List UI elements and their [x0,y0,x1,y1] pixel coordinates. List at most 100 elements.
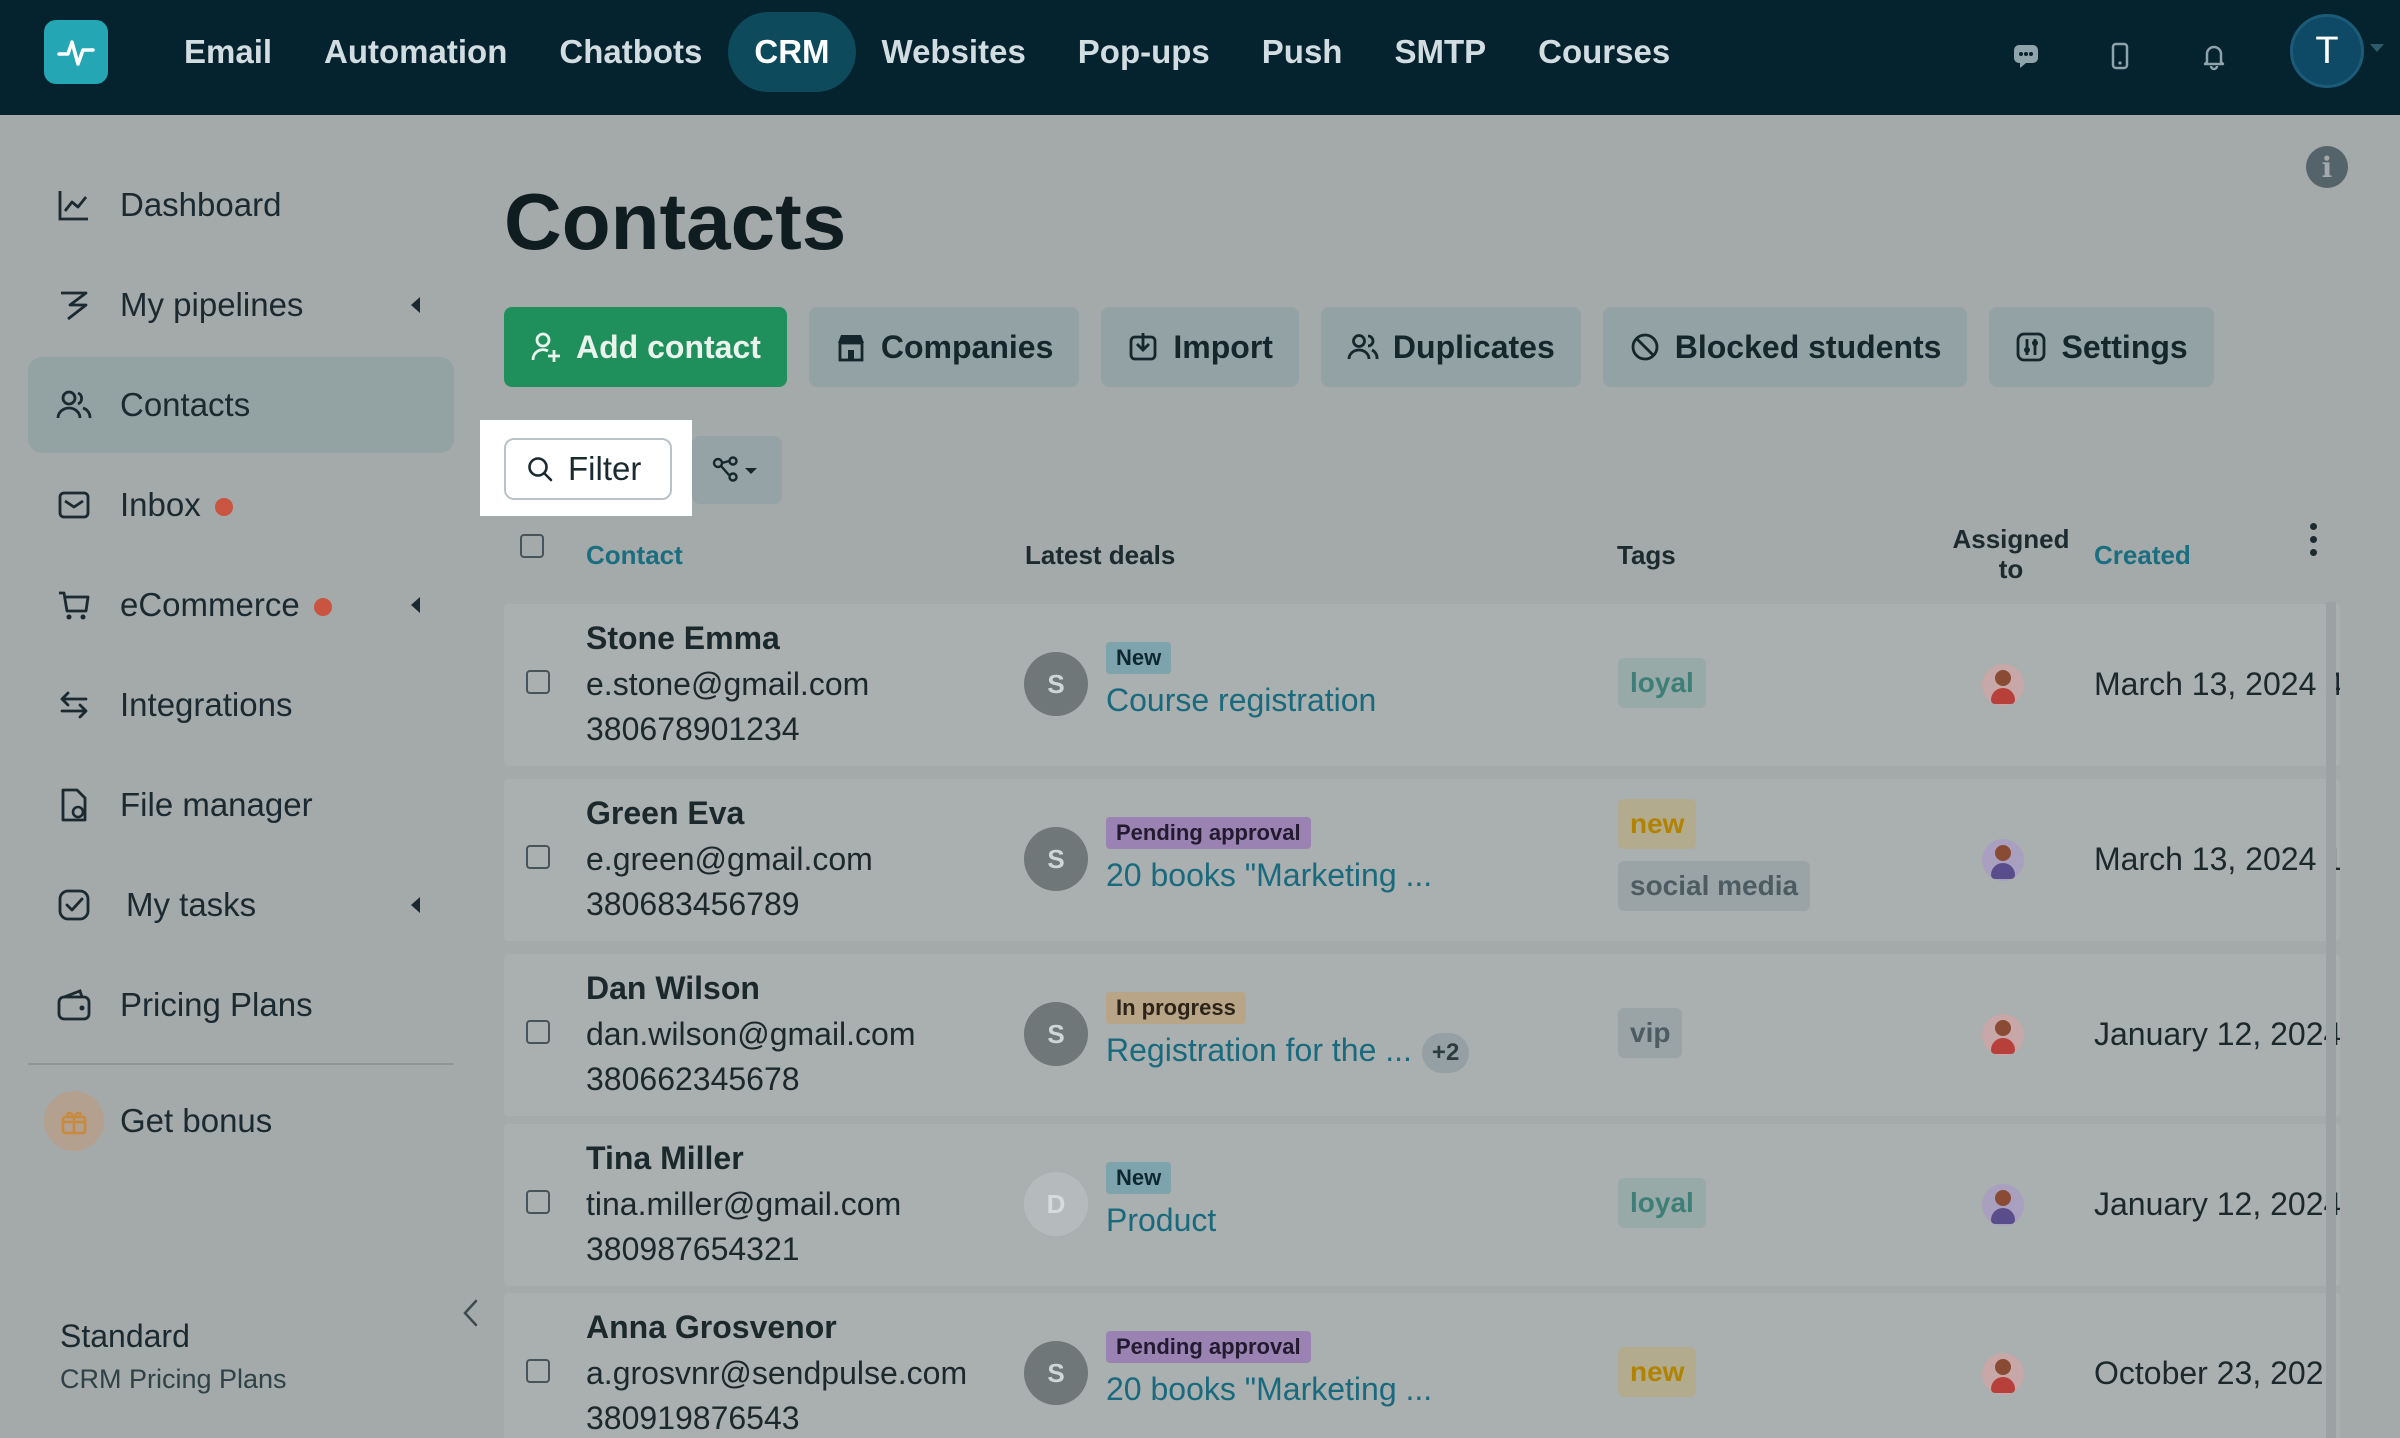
chat-icon[interactable] [2004,34,2048,78]
info-icon[interactable]: i [2306,146,2348,188]
task-check-icon [58,889,90,921]
contact-name[interactable]: Tina Miller [586,1140,744,1177]
unread-dot [214,498,233,517]
filter-label: Filter [568,450,642,487]
mobile-app-icon[interactable] [2098,34,2142,78]
pulse-logo-icon[interactable] [44,20,108,84]
deal-link[interactable]: 20 books "Marketing ... [1106,1371,1432,1408]
contact-name[interactable]: Stone Emma [586,620,780,657]
table-row[interactable]: Stone Emma e.stone@gmail.com 38067890123… [504,604,2340,766]
sidebar-item-file-manager[interactable]: File manager [28,757,454,853]
created-date: March 13, 2024 1 [2094,841,2340,877]
assignee-avatar [1982,1014,2024,1056]
view-options-button[interactable] [692,436,782,504]
assignee-avatar [1982,1353,2024,1395]
created-date: January 12, 2024 [2094,1016,2340,1052]
sidebar-item-label: Contacts [120,386,251,423]
import-button[interactable]: Import [1101,307,1299,387]
sidebar-item-integrations[interactable]: Integrations [28,657,454,753]
nav-automation[interactable]: Automation [298,12,533,92]
sidebar: Dashboard My pipelines Contacts Inbox eC… [0,115,470,1438]
deal-link[interactable]: Registration for the ... [1106,1032,1412,1068]
deal-link[interactable]: Product [1106,1202,1216,1239]
table-row[interactable]: Anna Grosvenor a.grosvnr@sendpulse.com 3… [504,1293,2340,1438]
contact-email: e.stone@gmail.com [586,666,870,702]
sidebar-item-label-wrap: Inbox [120,486,233,524]
main-nav: Email Automation Chatbots CRM Websites P… [158,12,1696,92]
row-checkbox[interactable] [526,845,550,869]
deal-owner-avatar: S [1024,827,1088,891]
chart-line-icon [58,191,88,221]
nav-courses[interactable]: Courses [1512,12,1696,92]
settings-button[interactable]: Settings [1989,307,2214,387]
notification-bell-icon[interactable] [2192,34,2236,78]
nav-push[interactable]: Push [1236,12,1369,92]
column-contact[interactable]: Contact [586,540,683,571]
sidebar-item-pricing-plans[interactable]: Pricing Plans [28,957,454,1053]
add-contact-button[interactable]: Add contact [504,307,787,387]
sidebar-item-inbox[interactable]: Inbox [28,457,454,553]
table-row[interactable]: Dan Wilson dan.wilson@gmail.com 38066234… [504,954,2340,1116]
user-avatar[interactable]: T [2290,14,2364,88]
row-checkbox[interactable] [526,1020,550,1044]
nav-smtp[interactable]: SMTP [1368,12,1512,92]
sidebar-item-label: Pricing Plans [120,986,313,1023]
nav-crm[interactable]: CRM [728,12,856,92]
sidebar-item-dashboard[interactable]: Dashboard [28,157,454,253]
filter-button[interactable]: Filter [504,438,672,500]
sidebar-item-label: My tasks [126,886,257,923]
blocked-students-label: Blocked students [1674,328,1942,365]
collapse-sidebar-icon[interactable] [460,1298,482,1328]
store-icon [837,335,864,362]
row-checkbox[interactable] [526,670,550,694]
deal-link[interactable]: Course registration [1106,682,1376,719]
contact-name[interactable]: Dan Wilson [586,970,760,1007]
contact-phone: 380683456789 [586,886,800,922]
deal-owner-avatar: S [1024,652,1088,716]
row-checkbox[interactable] [526,1359,550,1383]
duplicates-button[interactable]: Duplicates [1320,307,1581,387]
column-assigned-to: Assigned to [1952,524,2070,584]
table-row[interactable]: Tina Miller tina.miller@gmail.com 380987… [504,1124,2340,1286]
more-deals-badge[interactable]: +2 [1421,1032,1470,1073]
get-bonus-button[interactable]: Get bonus [28,1073,454,1169]
nav-popups[interactable]: Pop-ups [1052,12,1236,92]
blocked-students-button[interactable]: Blocked students [1602,307,1968,387]
file-icon [61,788,87,822]
caret-left-icon [411,597,420,613]
search-icon [528,457,553,482]
get-bonus-label: Get bonus [120,1102,273,1139]
plan-subtitle[interactable]: CRM Pricing Plans [60,1364,287,1395]
nav-chatbots[interactable]: Chatbots [533,12,728,92]
tag-badge: loyal [1618,1178,1706,1228]
column-created[interactable]: Created [2094,540,2191,571]
deal-link[interactable]: 20 books "Marketing ... [1106,857,1432,894]
sidebar-item-label: Integrations [120,686,293,723]
companies-button[interactable]: Companies [808,307,1080,387]
chevron-down-icon[interactable] [2370,44,2384,52]
tag-badge: vip [1618,1008,1683,1058]
unread-dot [313,598,332,617]
sidebar-item-my-pipelines[interactable]: My pipelines [28,257,454,353]
sidebar-item-ecommerce[interactable]: eCommerce [28,557,454,653]
select-all-checkbox[interactable] [520,534,544,558]
sidebar-item-label: Inbox [120,486,201,523]
row-checkbox[interactable] [526,1190,550,1214]
table-row[interactable]: Green Eva e.green@gmail.com 380683456789… [504,779,2340,941]
plan-name[interactable]: Standard [60,1318,190,1355]
contact-name[interactable]: Green Eva [586,795,744,832]
table-scrollbar[interactable] [2326,602,2336,1438]
deal-owner-avatar: S [1024,1341,1088,1405]
nav-websites[interactable]: Websites [856,12,1052,92]
sidebar-item-my-tasks[interactable]: My tasks [28,857,454,953]
more-options-icon[interactable] [2310,523,2320,563]
sidebar-item-label: Dashboard [120,186,282,223]
cart-icon [59,591,90,620]
import-label: Import [1173,328,1273,365]
column-tags: Tags [1617,540,1676,570]
sidebar-item-label: My pipelines [120,286,304,323]
nav-email[interactable]: Email [158,12,298,92]
contact-name[interactable]: Anna Grosvenor [586,1309,837,1346]
pipeline-icon [61,291,88,321]
sidebar-item-contacts[interactable]: Contacts [28,357,454,453]
